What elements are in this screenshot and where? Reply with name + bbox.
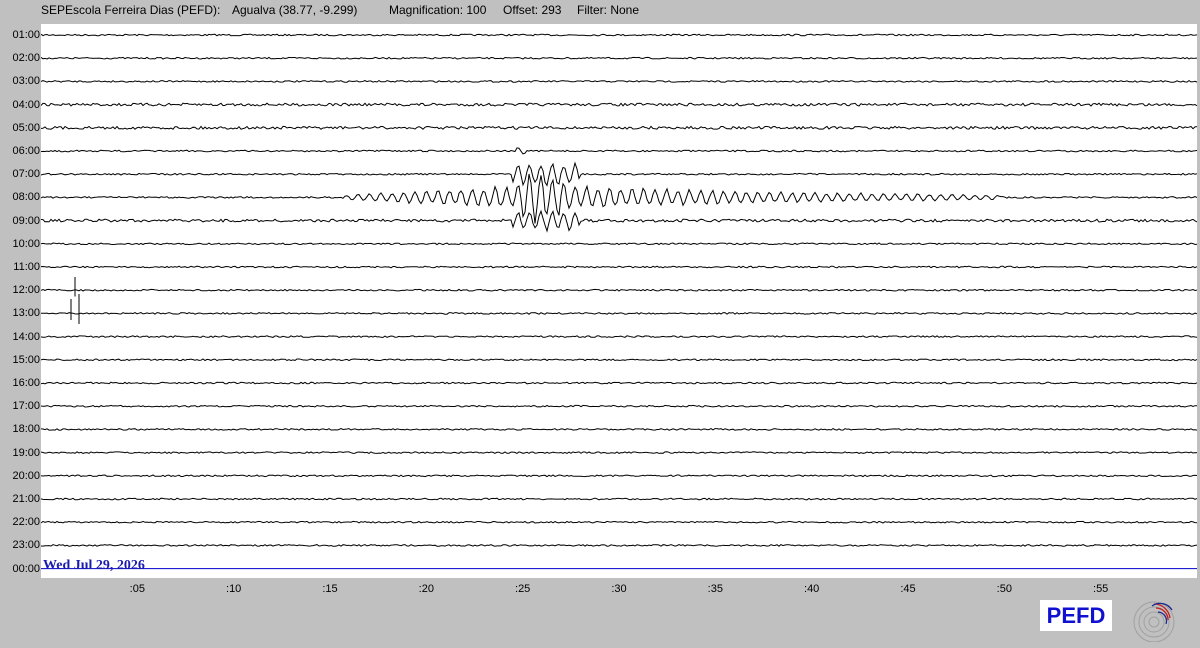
minute-label: :15 — [322, 583, 338, 595]
hour-label: 09:00 — [12, 214, 40, 227]
minute-label: :25 — [515, 583, 531, 595]
trace-line — [41, 173, 1197, 224]
minute-label: :10 — [226, 583, 242, 595]
trace-line — [41, 209, 1197, 233]
station-location: Agualva (38.77, -9.299) — [232, 3, 358, 17]
hour-label: 17:00 — [12, 400, 40, 413]
trace-line — [41, 147, 1197, 155]
filter-readout: Filter: None — [577, 3, 640, 17]
hour-label: 23:00 — [12, 539, 40, 552]
hour-label: 14:00 — [12, 330, 40, 343]
trace-line — [41, 288, 1197, 292]
pefd-logo: PEFD — [1040, 600, 1112, 631]
trace-line — [41, 497, 1197, 501]
hour-label: 13:00 — [12, 307, 40, 320]
hour-label: 01:00 — [12, 29, 40, 41]
minute-label: :50 — [996, 583, 1012, 595]
minute-label: :30 — [611, 583, 627, 595]
trace-line — [41, 311, 1197, 315]
hour-label: 03:00 — [12, 75, 40, 88]
trace-line — [41, 520, 1197, 524]
hour-label: 07:00 — [12, 168, 40, 181]
status-header: SEPEscola Ferreira Dias (PEFD): Agualva … — [0, 0, 1200, 20]
trace-line — [41, 265, 1197, 269]
station-name: SEPEscola Ferreira Dias (PEFD): — [41, 3, 221, 17]
hour-label: 11:00 — [13, 261, 40, 273]
trace-line — [41, 79, 1197, 83]
hour-label: 18:00 — [12, 423, 40, 436]
trace-line — [41, 404, 1197, 408]
trace-line — [41, 242, 1197, 246]
magnification-readout: Magnification: 100 — [389, 3, 487, 17]
hour-label: 15:00 — [12, 353, 40, 366]
hour-label: 05:00 — [12, 121, 40, 134]
trace-line — [41, 161, 1197, 187]
trace-line — [41, 125, 1197, 130]
minute-label: :45 — [900, 583, 916, 595]
hour-label: 00:00 — [12, 562, 40, 575]
hour-label: 21:00 — [12, 493, 40, 505]
hour-label: 04:00 — [12, 98, 40, 111]
date-label: Wed Jul 29, 2026 — [43, 558, 145, 573]
trace-line — [41, 428, 1197, 431]
hour-label: 10:00 — [12, 237, 40, 250]
trace-line — [41, 335, 1197, 339]
hour-label: 20:00 — [12, 469, 40, 482]
hour-label: 02:00 — [12, 52, 40, 65]
trace-line — [41, 358, 1197, 362]
hour-label: 16:00 — [12, 377, 40, 389]
minute-label: :05 — [129, 583, 145, 595]
trace-line — [41, 56, 1197, 60]
trace-line — [41, 381, 1197, 385]
trace-line — [41, 102, 1197, 107]
minute-label: :55 — [1093, 583, 1109, 595]
hour-label: 12:00 — [12, 284, 40, 297]
hour-label: 19:00 — [12, 446, 40, 459]
helicorder-plot[interactable] — [41, 24, 1197, 578]
trace-line — [41, 33, 1197, 37]
hour-label: 08:00 — [12, 191, 40, 204]
minute-label: :35 — [707, 583, 723, 595]
hour-label: 22:00 — [12, 516, 40, 529]
hour-label: 06:00 — [12, 145, 40, 157]
minute-label: :40 — [804, 583, 820, 595]
minute-label: :20 — [418, 583, 434, 595]
institution-seal-icon — [1133, 601, 1175, 642]
trace-line — [41, 474, 1197, 478]
trace-line — [41, 543, 1197, 547]
seismogram-traces — [41, 33, 1197, 570]
trace-line — [41, 451, 1197, 454]
offset-readout: Offset: 293 — [503, 3, 562, 17]
